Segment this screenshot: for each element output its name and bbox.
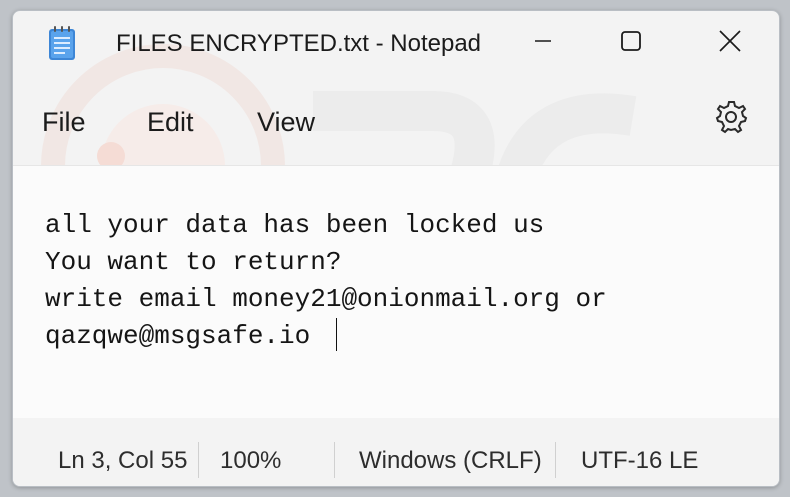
notepad-window: risk.com FILES ENCRYPTED.txt - Notepad: [12, 10, 780, 487]
editor-line-4: qazqwe@msgsafe.io: [45, 321, 311, 351]
menu-bar: File Edit View: [13, 87, 779, 159]
gear-icon[interactable]: [713, 99, 749, 135]
status-divider: [334, 442, 335, 478]
menu-edit[interactable]: Edit: [147, 107, 194, 138]
notepad-app-icon: [49, 26, 75, 60]
status-bar: Ln 3, Col 55 100% Windows (CRLF) UTF-16 …: [13, 418, 779, 486]
title-bar[interactable]: FILES ENCRYPTED.txt - Notepad: [13, 11, 779, 77]
close-icon: [719, 30, 741, 52]
editor-line-3: write email money21@onionmail.org or: [45, 284, 607, 314]
text-editor[interactable]: all your data has been locked us You wan…: [13, 165, 779, 419]
editor-line-1: all your data has been locked us: [45, 210, 545, 240]
maximize-button[interactable]: [597, 15, 665, 67]
zoom-level: 100%: [220, 447, 282, 474]
maximize-icon: [621, 31, 641, 51]
menu-file[interactable]: File: [42, 107, 86, 138]
line-endings: Windows (CRLF): [359, 447, 542, 474]
close-button[interactable]: [696, 15, 764, 67]
encoding: UTF-16 LE: [581, 447, 699, 474]
text-caret: [336, 318, 337, 351]
minimize-icon: [535, 40, 551, 42]
status-divider: [198, 442, 199, 478]
status-divider: [555, 442, 556, 478]
minimize-button[interactable]: [509, 15, 577, 67]
menu-view[interactable]: View: [257, 107, 315, 138]
editor-line-2: You want to return?: [45, 247, 342, 277]
cursor-position: Ln 3, Col 55: [58, 447, 188, 474]
window-title: FILES ENCRYPTED.txt - Notepad: [116, 30, 482, 57]
